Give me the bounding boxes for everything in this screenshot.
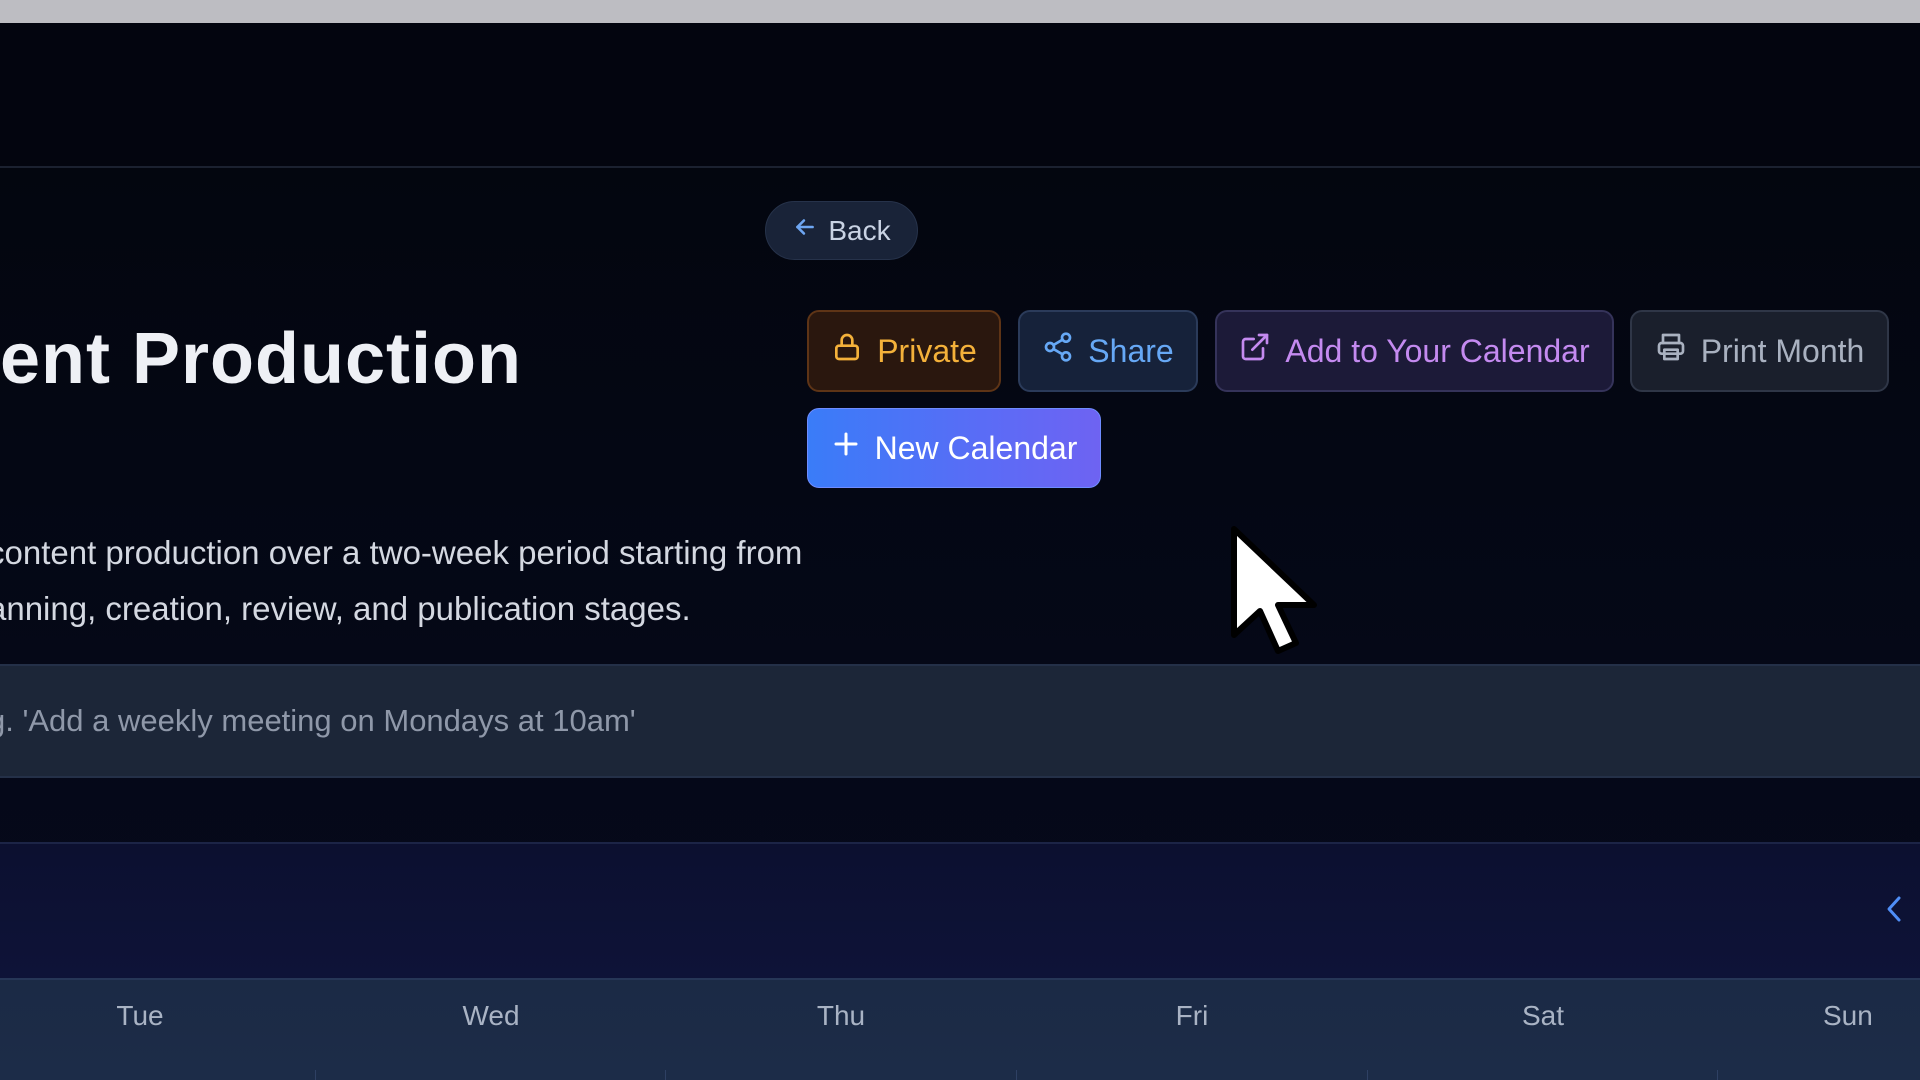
chevron-left-icon: [1883, 894, 1905, 929]
print-month-button[interactable]: Print Month: [1630, 310, 1889, 392]
description-line: content production over a two-week perio…: [0, 534, 803, 571]
private-button-label: Private: [877, 332, 977, 369]
mouse-cursor-icon: [1230, 525, 1320, 655]
description-line: anning, creation, review, and publicatio…: [0, 590, 691, 627]
new-calendar-label: New Calendar: [874, 429, 1078, 466]
weekday-divider: [315, 1070, 316, 1080]
weekday-label: Fri: [1175, 1000, 1209, 1031]
external-link-icon: [1239, 331, 1271, 371]
plus-icon: [831, 429, 861, 467]
previous-month-button[interactable]: [1876, 888, 1912, 934]
private-button[interactable]: Private: [807, 310, 1001, 392]
ai-prompt-bar: [0, 664, 1920, 778]
weekday-label: Sat: [1521, 1000, 1565, 1031]
weekday-divider: [1016, 1070, 1017, 1080]
arrow-left-icon: [792, 214, 818, 247]
weekday-label: Tue: [116, 1000, 164, 1031]
browser-chrome-strip: [0, 0, 1920, 23]
back-button[interactable]: Back: [765, 201, 918, 260]
weekday-label: Sun: [1823, 1000, 1873, 1031]
weekday-divider: [665, 1070, 666, 1080]
page-title: ntent Production: [0, 319, 522, 399]
lock-icon: [831, 331, 863, 371]
add-to-calendar-label: Add to Your Calendar: [1285, 332, 1590, 369]
print-month-label: Print Month: [1700, 332, 1865, 369]
share-button[interactable]: Share: [1018, 310, 1198, 392]
printer-icon: [1655, 331, 1687, 371]
calendar-description: content production over a two-week perio…: [0, 525, 888, 637]
calendar-header: [0, 842, 1920, 978]
add-to-calendar-button[interactable]: Add to Your Calendar: [1215, 310, 1614, 392]
app-window: Back ntent Production Private Share: [0, 0, 1920, 1080]
weekday-divider: [1367, 1070, 1368, 1080]
top-navigation-bar: [0, 23, 1920, 168]
weekday-header-row: [0, 978, 1920, 1080]
weekday-label: Wed: [462, 1000, 520, 1031]
new-calendar-button[interactable]: New Calendar: [807, 408, 1101, 488]
ai-prompt-input[interactable]: [0, 666, 1888, 776]
back-button-label: Back: [828, 214, 891, 246]
weekday-label: Thu: [816, 1000, 866, 1031]
share-button-label: Share: [1088, 332, 1174, 369]
weekday-divider: [1717, 1070, 1718, 1080]
share-icon: [1042, 331, 1074, 371]
